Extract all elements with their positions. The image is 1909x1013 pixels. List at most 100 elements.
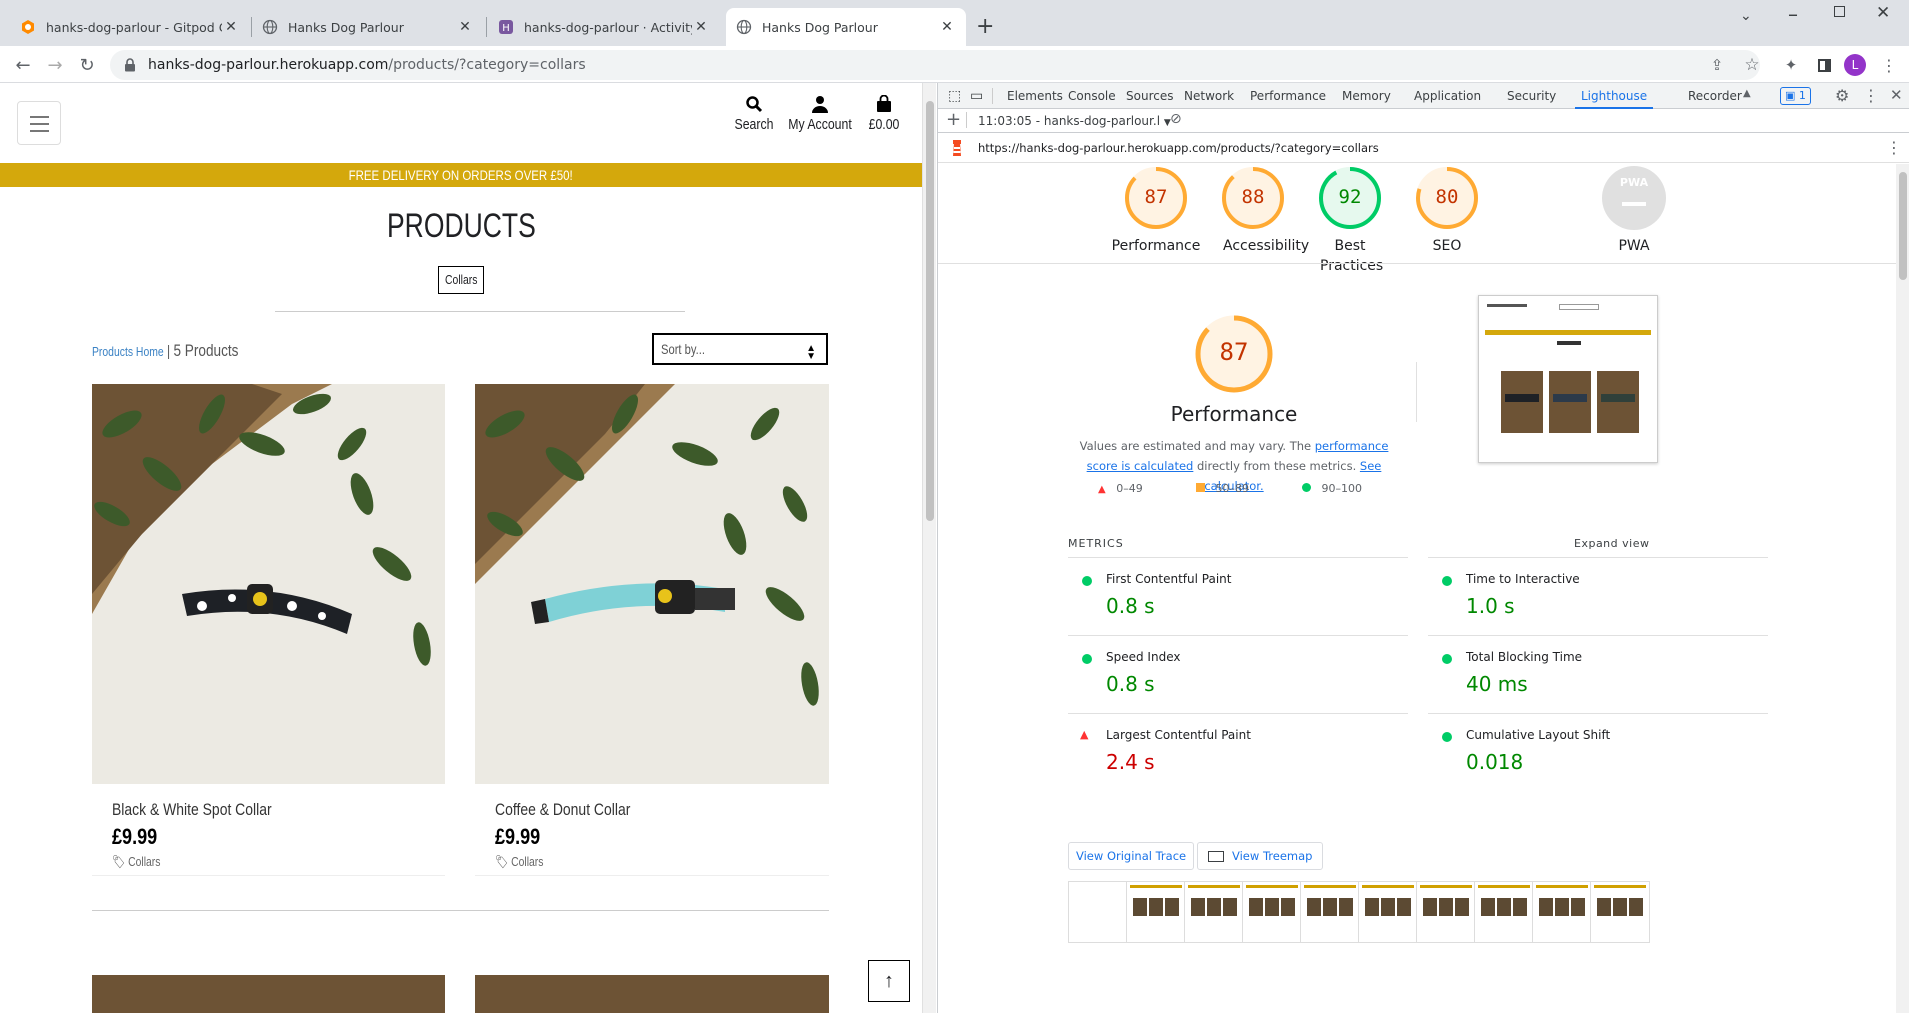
browser-tab-active[interactable]: Hanks Dog Parlour ✕: [726, 8, 966, 46]
score-gauge-accessibility[interactable]: 88 Accessibility: [1205, 166, 1309, 256]
devtools-tab-network[interactable]: Network: [1178, 83, 1240, 109]
new-report-button[interactable]: +: [946, 110, 961, 130]
user-icon: [812, 96, 828, 113]
search-icon: [746, 96, 763, 113]
treemap-icon: [1208, 851, 1224, 862]
maximize-button[interactable]: [1834, 6, 1845, 17]
pass-circle-icon: [1442, 654, 1452, 664]
expand-view-toggle[interactable]: Expand view: [1574, 537, 1649, 550]
devtools-tab-recorder[interactable]: Recorder: [1682, 83, 1748, 109]
product-name[interactable]: Coffee & Donut Collar: [495, 800, 630, 820]
tag-icon: 🏷: [495, 854, 509, 869]
divider: [92, 910, 829, 911]
address-bar[interactable]: hanks-dog-parlour.herokuapp.com/products…: [110, 50, 1760, 80]
view-treemap-button[interactable]: View Treemap: [1197, 842, 1324, 870]
report-menu-icon[interactable]: ⋮: [1886, 138, 1902, 157]
product-name[interactable]: Black & White Spot Collar: [112, 800, 272, 820]
bookmark-star-icon[interactable]: ☆: [1739, 52, 1765, 78]
divider: [275, 311, 685, 312]
extensions-icon[interactable]: ✦: [1778, 52, 1804, 78]
nav-search-label: Search: [734, 116, 774, 133]
gauge-label: SEO: [1432, 238, 1462, 254]
gauge-value: 88: [1241, 186, 1265, 208]
score-gauge-performance[interactable]: 87 Performance: [1108, 166, 1204, 256]
new-tab-button[interactable]: +: [976, 14, 994, 39]
scrollbar-thumb[interactable]: [926, 101, 934, 521]
side-panel-icon[interactable]: [1811, 52, 1837, 78]
close-window-button[interactable]: ✕: [1876, 3, 1890, 23]
browser-tab-gitpod[interactable]: hanks-dog-parlour - Gitpod Co ✕: [10, 8, 250, 46]
back-button[interactable]: ←: [10, 52, 36, 78]
devtools-tab-performance[interactable]: Performance: [1244, 83, 1332, 109]
browser-tab-heroku[interactable]: H hanks-dog-parlour · Activity | He ✕: [488, 8, 720, 46]
profile-avatar[interactable]: L: [1842, 52, 1868, 78]
close-icon[interactable]: ✕: [222, 19, 240, 35]
metric-name: First Contentful Paint: [1106, 572, 1232, 586]
product-image[interactable]: [475, 384, 829, 784]
sort-select[interactable]: Sort by... ▲ ▼: [652, 333, 828, 365]
final-screenshot[interactable]: [1478, 295, 1658, 463]
devtools-scrollbar[interactable]: [1896, 164, 1909, 1013]
settings-gear-icon[interactable]: ⚙: [1835, 86, 1849, 105]
forward-button[interactable]: →: [42, 52, 68, 78]
website-viewport: Search My Account £0.00 FREE DELIVERY ON…: [0, 83, 922, 1013]
clear-reports-icon[interactable]: ⊘: [1170, 111, 1182, 127]
devtools-tab-memory[interactable]: Memory: [1336, 83, 1397, 109]
product-image[interactable]: [92, 975, 445, 1013]
minimize-button[interactable]: –: [1788, 2, 1798, 26]
report-selector[interactable]: 11:03:05 - hanks-dog-parlour.l ▼: [978, 114, 1171, 128]
nav-bag[interactable]: £0.00: [858, 94, 910, 133]
devtools-panel: ⬚ ▭ Elements Console Sources Network Per…: [937, 83, 1909, 1013]
devtools-tab-console[interactable]: Console: [1062, 83, 1122, 109]
gauge-label: Best Practices: [1320, 238, 1384, 274]
category-badge-collars[interactable]: Collars: [438, 266, 484, 294]
score-gauge-seo[interactable]: 80 SEO: [1399, 166, 1495, 256]
browser-toolbar: ← → ↻ hanks-dog-parlour.herokuapp.com/pr…: [0, 46, 1909, 83]
bag-total: £0.00: [868, 116, 900, 133]
filmstrip-frame: [1416, 881, 1476, 943]
nav-search[interactable]: Search: [730, 95, 778, 133]
issues-badge[interactable]: ▣ 1: [1780, 87, 1811, 105]
devtools-menu-icon[interactable]: ⋮: [1863, 86, 1879, 105]
view-original-trace-button[interactable]: View Original Trace: [1068, 842, 1195, 870]
metric-time-to-interactive: Time to Interactive 1.0 s: [1428, 557, 1768, 635]
devtools-tab-application[interactable]: Application: [1408, 83, 1487, 109]
devtools-tab-security[interactable]: Security: [1501, 83, 1562, 109]
products-home-link[interactable]: Products Home: [92, 344, 164, 359]
score-gauge-best-practices[interactable]: 92 Best Practices: [1302, 166, 1398, 276]
product-image[interactable]: [92, 384, 445, 784]
scrollbar-thumb[interactable]: [1899, 172, 1907, 280]
filmstrip-frame: [1126, 881, 1186, 943]
devtools-tab-lighthouse[interactable]: Lighthouse: [1575, 83, 1654, 109]
nav-account-label: My Account: [788, 116, 852, 133]
metric-name: Speed Index: [1106, 650, 1181, 664]
product-photo: [475, 384, 829, 784]
gauge-value: 80: [1435, 186, 1459, 208]
tab-search-icon[interactable]: ⌄: [1740, 8, 1752, 24]
browser-menu-icon[interactable]: ⋮: [1876, 52, 1902, 78]
nav-account[interactable]: My Account: [776, 95, 864, 133]
metric-value: 1.0 s: [1466, 594, 1515, 618]
close-icon[interactable]: ✕: [456, 19, 474, 35]
devtools-tab-sources[interactable]: Sources: [1120, 83, 1179, 109]
product-category[interactable]: 🏷 Collars: [495, 854, 543, 870]
tab-title: Hanks Dog Parlour: [288, 19, 404, 35]
product-category[interactable]: 🏷 Collars: [112, 854, 160, 870]
devtools-tab-elements[interactable]: Elements: [1001, 83, 1069, 109]
menu-toggle-button[interactable]: [17, 101, 61, 145]
product-image[interactable]: [475, 975, 829, 1013]
browser-tab-hanks[interactable]: Hanks Dog Parlour ✕: [252, 8, 484, 46]
tab-title: hanks-dog-parlour · Activity | He: [524, 19, 692, 35]
reload-button[interactable]: ↻: [74, 52, 100, 78]
close-devtools-icon[interactable]: ✕: [1890, 86, 1903, 104]
back-to-top-button[interactable]: ↑: [868, 960, 910, 1002]
tag-icon: 🏷: [112, 854, 126, 869]
gauge-value: 92: [1338, 186, 1362, 208]
share-icon[interactable]: ⇪: [1704, 52, 1730, 78]
close-icon[interactable]: ✕: [692, 19, 710, 35]
filmstrip-frame: [1184, 881, 1244, 943]
page-scrollbar[interactable]: [922, 83, 936, 1013]
close-icon[interactable]: ✕: [938, 19, 956, 35]
device-toggle-icon[interactable]: ▭: [964, 83, 989, 109]
pwa-gauge[interactable]: PWA PWA: [1586, 166, 1682, 256]
